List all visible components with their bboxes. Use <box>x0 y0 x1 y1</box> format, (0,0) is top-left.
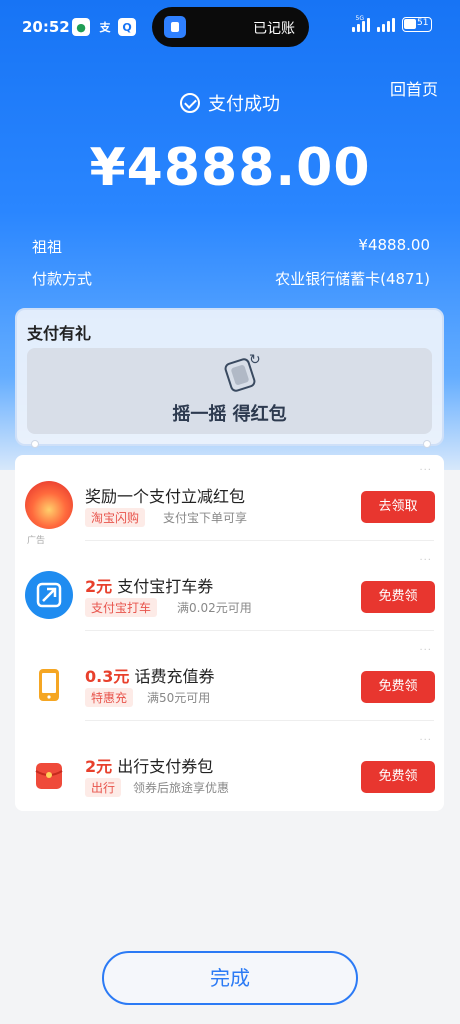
payee-row: 祖祖 ¥4888.00 <box>32 236 430 257</box>
check-circle-icon <box>180 93 200 113</box>
done-button[interactable]: 完成 <box>102 951 358 1005</box>
more-icon[interactable]: ··· <box>419 465 432 476</box>
coupon-list: ··· 广告 奖励一个支付立减红包 淘宝闪购 支付宝下单可享 去领取 ··· 2… <box>15 455 444 811</box>
payment-success-title: 支付成功 <box>0 90 460 116</box>
coupon-desc: 满0.02元可用 <box>177 601 252 615</box>
claim-free-button[interactable]: 免费领 <box>361 671 435 703</box>
coupon-title: 2元 支付宝打车券 <box>85 577 214 596</box>
payment-gift-card[interactable]: 支付有礼 ↻ 摇一摇 得红包 <box>15 308 444 446</box>
app-notification-icon: ● <box>72 18 90 36</box>
card-connector-right <box>423 440 431 448</box>
coupon-title: 奖励一个支付立减红包 <box>85 487 246 506</box>
shake-area[interactable]: ↻ 摇一摇 得红包 <box>27 348 432 434</box>
phone-recharge-icon <box>25 661 73 709</box>
signal-icon-2 <box>377 16 395 32</box>
more-icon[interactable]: ··· <box>419 645 432 656</box>
status-time: 20:52 <box>22 18 70 36</box>
claim-free-button[interactable]: 免费领 <box>361 761 435 793</box>
coupon-item[interactable]: ··· 广告 奖励一个支付立减红包 淘宝闪购 支付宝下单可享 去领取 <box>15 455 444 546</box>
payment-method-value: 农业银行储蓄卡(4871) <box>275 270 430 288</box>
payment-method-label: 付款方式 <box>32 270 93 288</box>
coupon-tag: 出行 <box>85 778 122 797</box>
dynamic-island[interactable]: 已记账 <box>152 7 309 47</box>
coupon-desc: 领券后旅途享优惠 <box>133 781 230 795</box>
payee-amount: ¥4888.00 <box>358 236 430 254</box>
coupon-desc: 满50元可用 <box>147 691 211 705</box>
payment-amount: ¥4888.00 <box>89 138 371 198</box>
red-packet-icon <box>25 481 73 529</box>
card-connector-left <box>31 440 39 448</box>
battery-level: 51 <box>417 18 429 28</box>
ledger-app-icon <box>164 16 186 38</box>
travel-wallet-icon <box>25 751 73 799</box>
more-icon[interactable]: ··· <box>419 555 432 566</box>
battery-icon: 51 <box>402 17 432 32</box>
payee-label: 祖祖 <box>32 238 63 256</box>
coupon-tag: 支付宝打车 <box>85 598 158 617</box>
island-text: 已记账 <box>253 21 295 37</box>
status-bar: 20:52 ● 支 Q 已记账 5G 51 <box>0 0 460 56</box>
success-text: 支付成功 <box>208 94 280 115</box>
coupon-item[interactable]: ··· 2元 出行支付券包 出行 领券后旅途享优惠 免费领 <box>15 725 444 811</box>
coupon-title: 0.3元 话费充值券 <box>85 667 215 686</box>
signal-icon <box>352 16 370 32</box>
claim-button[interactable]: 去领取 <box>361 491 435 523</box>
search-app-icon: Q <box>118 18 136 36</box>
coupon-tag: 特惠充 <box>85 688 134 707</box>
more-icon[interactable]: ··· <box>419 735 432 746</box>
claim-free-button[interactable]: 免费领 <box>361 581 435 613</box>
coupon-item[interactable]: ··· 0.3元 话费充值券 特惠充 满50元可用 免费领 <box>15 635 444 721</box>
coupon-desc: 支付宝下单可享 <box>163 511 248 525</box>
coupon-tag: 淘宝闪购 <box>85 508 146 527</box>
coupon-title: 2元 出行支付券包 <box>85 757 214 776</box>
payment-method-row: 付款方式 农业银行储蓄卡(4871) <box>32 268 430 289</box>
shake-text: 摇一摇 得红包 <box>172 404 287 425</box>
taxi-icon <box>25 571 73 619</box>
gift-title: 支付有礼 <box>27 324 92 343</box>
coupon-item[interactable]: ··· 2元 支付宝打车券 支付宝打车 满0.02元可用 免费领 <box>15 545 444 631</box>
alipay-notification-icon: 支 <box>99 21 111 34</box>
